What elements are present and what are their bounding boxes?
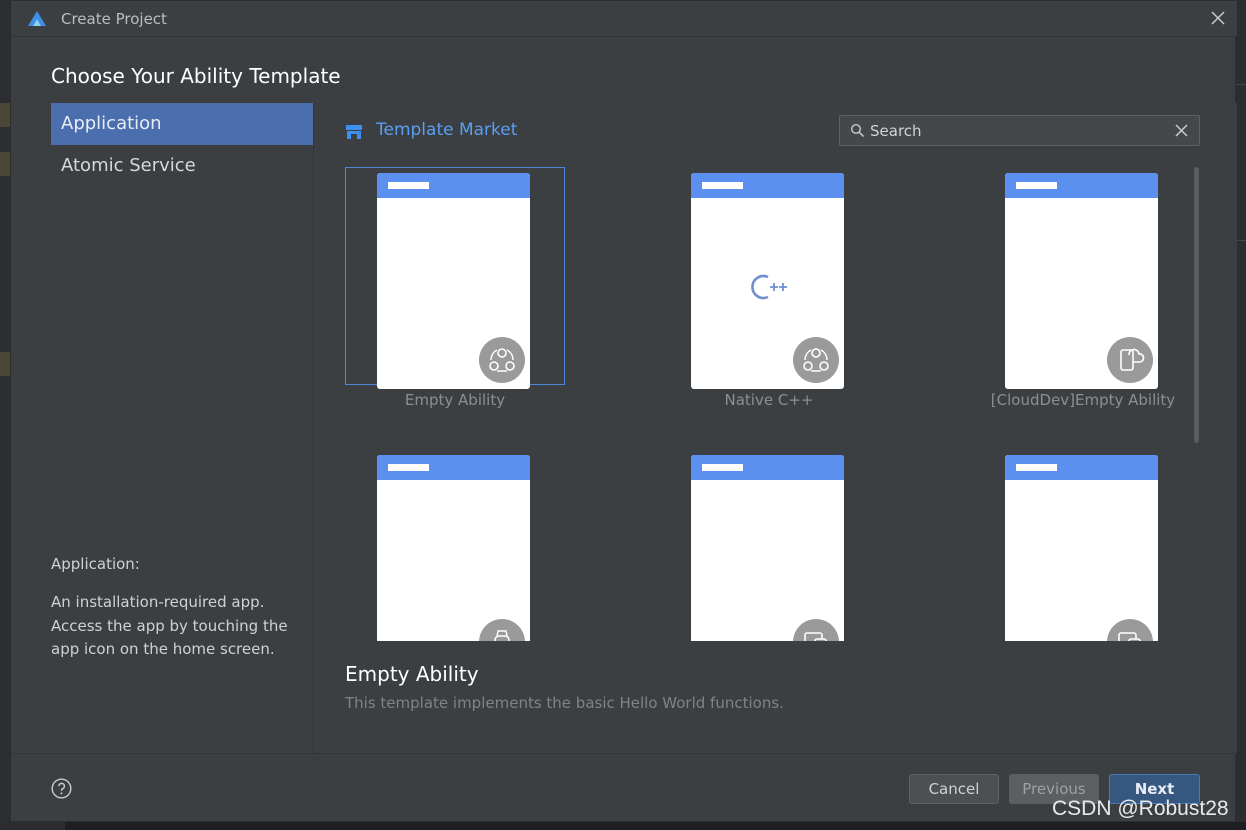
multi-device-icon xyxy=(793,619,839,641)
template-tile-wearable[interactable] xyxy=(345,449,565,641)
category-description: An installation-required app. Access the… xyxy=(51,593,288,658)
template-tile-multi-device-2[interactable] xyxy=(973,449,1193,641)
template-market-link[interactable]: Template Market xyxy=(376,120,517,140)
multi-device-icon xyxy=(1107,619,1153,641)
deveco-logo-icon xyxy=(28,11,46,26)
watch-icon xyxy=(479,619,525,641)
cpp-icon xyxy=(751,274,787,300)
help-icon[interactable] xyxy=(51,778,72,799)
close-icon[interactable] xyxy=(1209,9,1227,27)
template-preview xyxy=(377,173,530,389)
category-description-title: Application: xyxy=(51,555,140,573)
template-label: Empty Ability xyxy=(404,391,506,409)
selected-template-description: This template implements the basic Hello… xyxy=(345,694,784,712)
ide-background-bottom xyxy=(65,822,1246,830)
template-tile-empty-ability[interactable]: Empty Ability xyxy=(345,167,565,409)
ide-gutter-mark xyxy=(0,103,10,127)
nav-item-atomic-service[interactable]: Atomic Service xyxy=(51,145,313,187)
template-tile-multi-device[interactable] xyxy=(659,449,879,641)
template-preview xyxy=(377,455,530,641)
selected-template-title: Empty Ability xyxy=(345,662,479,686)
nav-item-application[interactable]: Application xyxy=(51,103,313,145)
template-grid-scrollbar[interactable] xyxy=(1194,167,1199,443)
ide-background-right xyxy=(1236,0,1246,830)
template-label: [CloudDev]Empty Ability xyxy=(990,391,1176,409)
ability-icon xyxy=(793,337,839,383)
template-preview xyxy=(1005,455,1158,641)
clear-search-icon[interactable] xyxy=(1174,123,1189,138)
cancel-button[interactable]: Cancel xyxy=(909,774,999,804)
search-box xyxy=(839,115,1200,146)
search-input[interactable] xyxy=(870,119,1170,142)
watermark: CSDN @Robust28 xyxy=(1052,797,1229,820)
template-preview xyxy=(1005,173,1158,389)
template-category-nav: Application Atomic Service xyxy=(51,103,313,187)
template-preview xyxy=(691,455,844,641)
ide-gutter-mark xyxy=(0,152,10,176)
search-icon xyxy=(850,123,865,138)
ide-gutter-mark xyxy=(0,352,10,376)
template-grid: Empty Ability Native C++ [CloudDev]Empty… xyxy=(314,161,1194,641)
window-title: Create Project xyxy=(61,10,167,28)
create-project-dialog: Create Project Choose Your Ability Templ… xyxy=(10,0,1237,822)
template-label: Native C++ xyxy=(724,391,814,409)
footer-divider xyxy=(11,753,1237,754)
page-title: Choose Your Ability Template xyxy=(51,64,341,88)
cloud-device-icon xyxy=(1107,337,1153,383)
template-tile-clouddev-empty-ability[interactable]: [CloudDev]Empty Ability xyxy=(973,167,1193,409)
template-tile-native-cpp[interactable]: Native C++ xyxy=(659,167,879,409)
template-preview xyxy=(691,173,844,389)
store-icon xyxy=(346,125,362,139)
ability-icon xyxy=(479,337,525,383)
title-bar: Create Project xyxy=(11,1,1237,37)
